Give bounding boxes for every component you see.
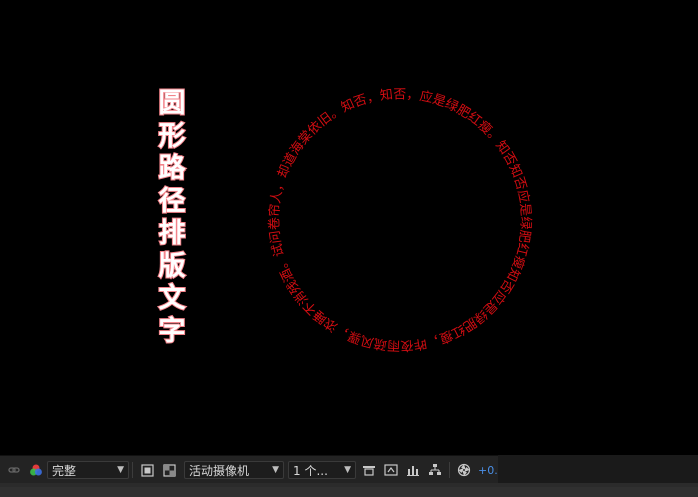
vertical-title-char: 形 xyxy=(158,120,187,153)
circle-text-char: 夜 xyxy=(400,337,414,353)
circle-text-char: 是 xyxy=(517,203,533,217)
vertical-title-char: 文 xyxy=(158,282,187,315)
color-channels-icon[interactable] xyxy=(28,462,44,478)
chevron-down-icon: ▼ xyxy=(344,465,351,475)
vertical-title-char: 排 xyxy=(158,217,187,250)
circular-path-text: 应是绿肥红瘦，昨夜雨疏风骤，浓睡不消残酒。试问卷帘人，却道海棠依旧。知否，知否，… xyxy=(266,87,533,353)
composition-viewport: 圆形路径排版文字 应是绿肥红瘦，昨夜雨疏风骤，浓睡不消残酒。试问卷帘人，却道海棠… xyxy=(0,0,698,455)
3d-draft-icon[interactable] xyxy=(383,462,399,478)
reset-exposure-icon[interactable] xyxy=(456,462,472,478)
chevron-down-icon: ▼ xyxy=(117,465,124,475)
circle-text-char: 知 xyxy=(379,87,394,104)
flowchart-icon[interactable] xyxy=(427,462,443,478)
camera-value: 活动摄像机 xyxy=(189,463,250,478)
timeline-strip xyxy=(0,483,698,497)
resolution-value: 完整 xyxy=(52,463,77,478)
circle-text-char: 问 xyxy=(268,229,285,244)
chevron-down-icon: ▼ xyxy=(272,465,279,475)
views-layout-icon[interactable] xyxy=(361,462,377,478)
circle-text-char: 昨 xyxy=(413,335,428,352)
circle-text-char: 绿 xyxy=(517,216,532,229)
region-of-interest-icon[interactable] xyxy=(139,462,155,478)
vertical-title-char: 字 xyxy=(158,315,187,348)
vertical-title-char: 路 xyxy=(158,152,187,185)
resolution-select[interactable]: 完整 ▼ xyxy=(47,461,129,479)
circle-text-char: 否 xyxy=(393,87,406,102)
link-icon[interactable] xyxy=(6,462,22,478)
vertical-title-char: 圆 xyxy=(158,87,187,120)
camera-select[interactable]: 活动摄像机 ▼ xyxy=(184,461,284,479)
snapshot-icon[interactable] xyxy=(405,462,421,478)
toolbar-right-cap xyxy=(498,455,698,483)
circle-text-char: 卷 xyxy=(266,217,282,230)
vertical-title-char: 版 xyxy=(158,250,187,283)
views-value: 1 个... xyxy=(293,463,328,478)
toolbar-divider xyxy=(132,462,133,478)
vertical-title-char: 径 xyxy=(158,185,187,218)
transparency-grid-icon[interactable] xyxy=(161,462,177,478)
views-select[interactable]: 1 个... ▼ xyxy=(288,461,356,479)
toolbar-divider xyxy=(449,462,450,478)
vertical-title: 圆形路径排版文字 xyxy=(154,87,190,348)
circle-text-char: 雨 xyxy=(387,337,401,353)
